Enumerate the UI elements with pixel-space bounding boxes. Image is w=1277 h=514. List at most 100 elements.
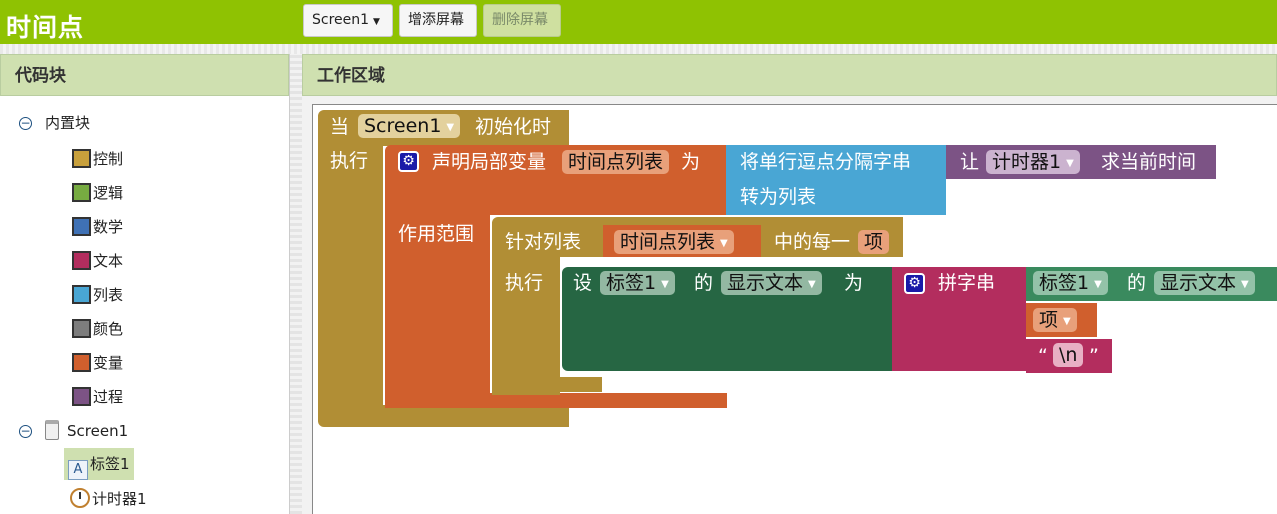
clock-component-value: 计时器1: [992, 151, 1062, 173]
get-component-dropdown[interactable]: 标签1 ▼: [1033, 271, 1108, 295]
logic-swatch-icon: [72, 183, 91, 202]
set-property-dropdown[interactable]: 显示文本 ▼: [721, 271, 822, 295]
tree-item-lists[interactable]: 列表: [72, 282, 123, 308]
gear-icon[interactable]: ⚙: [398, 151, 419, 172]
variable-name-field[interactable]: 时间点列表: [562, 150, 670, 174]
set-component-dropdown[interactable]: 标签1 ▼: [600, 271, 675, 295]
screen-dropdown[interactable]: Screen1 ▼: [358, 114, 461, 138]
screen-icon: [45, 420, 59, 440]
clock-component-dropdown[interactable]: 计时器1 ▼: [986, 150, 1080, 174]
tree-item-label: 逻辑: [93, 184, 124, 202]
top-bar: 时间点 Screen1 ▼ 增添屏幕 删除屏幕: [0, 0, 1277, 44]
tree-item-logic[interactable]: 逻辑: [72, 180, 123, 206]
join-label: 拼字串: [938, 272, 996, 294]
item-name-field[interactable]: 项: [858, 230, 890, 254]
quote-close: ”: [1089, 345, 1099, 367]
do2-label: 执行: [505, 272, 544, 294]
gear-icon[interactable]: ⚙: [904, 273, 925, 294]
screen-initialize-block-arm: [318, 145, 383, 417]
get-property-value: 显示文本: [1160, 272, 1237, 294]
variables-swatch-icon: [72, 353, 91, 372]
get-item-dropdown[interactable]: 项 ▼: [1033, 308, 1077, 332]
tree-item-label: 过程: [93, 388, 124, 406]
tree-component-label1[interactable]: A 标签1: [64, 448, 134, 480]
declare-local-variable-foot: [385, 393, 727, 408]
clock-component-icon: [70, 488, 90, 508]
tree-item-colors[interactable]: 颜色: [72, 316, 123, 342]
add-screen-button[interactable]: 增添屏幕: [399, 4, 477, 37]
screen-select-label: Screen1: [312, 12, 370, 28]
split-csv-label-2: 转为列表: [740, 186, 817, 208]
control-swatch-icon: [72, 149, 91, 168]
label-component-icon: A: [68, 460, 88, 480]
colors-swatch-icon: [72, 319, 91, 338]
screen-initialize-block-foot: [318, 405, 569, 427]
tree-builtin[interactable]: − 内置块: [19, 110, 90, 136]
tree-item-procedures[interactable]: 过程: [72, 384, 123, 410]
for-each-list-label: 针对列表: [505, 231, 582, 253]
get-variable-dropdown[interactable]: 时间点列表 ▼: [614, 230, 734, 254]
set-component-value: 标签1: [606, 272, 657, 294]
as-label: 为: [681, 151, 701, 173]
tree-component-label: 计时器1: [92, 490, 147, 508]
do-label: 执行: [330, 150, 369, 172]
dropdown-arrow-icon: ▼: [1241, 279, 1249, 290]
quote-open: “: [1038, 345, 1048, 367]
get-variable-value: 时间点列表: [620, 231, 716, 253]
tree-component-clock1[interactable]: 计时器1: [70, 486, 147, 512]
tree-screen1[interactable]: − Screen1: [19, 418, 128, 444]
tree-item-label: 数学: [93, 218, 124, 236]
get-component-value: 标签1: [1039, 272, 1090, 294]
tree-item-variables[interactable]: 变量: [72, 350, 123, 376]
screen-select[interactable]: Screen1 ▼: [303, 4, 393, 37]
dropdown-arrow-icon: ▼: [446, 122, 455, 133]
collapse-icon[interactable]: −: [19, 117, 32, 130]
tree-item-label: 列表: [93, 286, 124, 304]
of2-label: 的: [1127, 272, 1147, 294]
initialize-label: 初始化时: [475, 116, 552, 138]
dropdown-arrow-icon: ▼: [661, 279, 669, 290]
workspace-title: 工作区域: [302, 54, 1277, 96]
blocks-workspace[interactable]: 当 Screen1 ▼ 初始化时 执行 ⚙ 声明局部变量 时间点列表 为 作用范围…: [312, 104, 1277, 514]
tree-item-control[interactable]: 控制: [72, 146, 123, 172]
declare-local-label: 声明局部变量: [432, 151, 547, 173]
blocks-panel: 代码块 − 内置块 控制 逻辑 数学 文本 列表 颜色 变量 过程 − Screen: [0, 54, 290, 514]
panel-splitter[interactable]: [290, 54, 302, 514]
divider-stripe: [0, 44, 1277, 54]
get-item-value: 项: [1039, 309, 1059, 331]
dropdown-arrow-icon: ▼: [808, 279, 816, 290]
dropdown-arrow-icon: ▼: [720, 238, 728, 249]
workspace-panel: 工作区域 当 Screen1 ▼ 初始化时 执行 ⚙ 声明局部变量 时间点列表 为…: [302, 54, 1277, 514]
when-label: 当: [330, 116, 350, 138]
scope-label: 作用范围: [398, 223, 475, 245]
tree-screen-label: Screen1: [67, 422, 129, 440]
for-each-list-foot: [492, 377, 602, 392]
to-label: 为: [844, 272, 864, 294]
procedures-swatch-icon: [72, 387, 91, 406]
tree-item-label: 文本: [93, 252, 124, 270]
let-label: 让: [960, 151, 980, 173]
dropdown-arrow-icon: ▼: [1094, 279, 1102, 290]
set-label: 设: [573, 272, 593, 294]
set-property-value: 显示文本: [727, 272, 804, 294]
screen-dropdown-value: Screen1: [364, 115, 442, 137]
of-label: 的: [694, 272, 714, 294]
blocks-panel-title: 代码块: [0, 54, 289, 96]
each-of-label: 中的每一: [774, 231, 851, 253]
collapse-icon[interactable]: −: [19, 425, 32, 438]
lists-swatch-icon: [72, 285, 91, 304]
caret-down-icon: ▼: [373, 17, 380, 27]
tree-component-label: 标签1: [90, 455, 130, 473]
newline-text-field[interactable]: \n: [1053, 343, 1084, 367]
math-swatch-icon: [72, 217, 91, 236]
app-title: 时间点: [6, 13, 85, 42]
tree-item-label: 颜色: [93, 320, 124, 338]
tree-item-math[interactable]: 数学: [72, 214, 123, 240]
tree-item-label: 变量: [93, 354, 124, 372]
tree-item-text[interactable]: 文本: [72, 248, 123, 274]
get-property-dropdown[interactable]: 显示文本 ▼: [1154, 271, 1255, 295]
remove-screen-button[interactable]: 删除屏幕: [483, 4, 561, 37]
dropdown-arrow-icon: ▼: [1063, 316, 1071, 327]
tree-builtin-label: 内置块: [45, 114, 91, 132]
now-label: 求当前时间: [1101, 151, 1197, 173]
